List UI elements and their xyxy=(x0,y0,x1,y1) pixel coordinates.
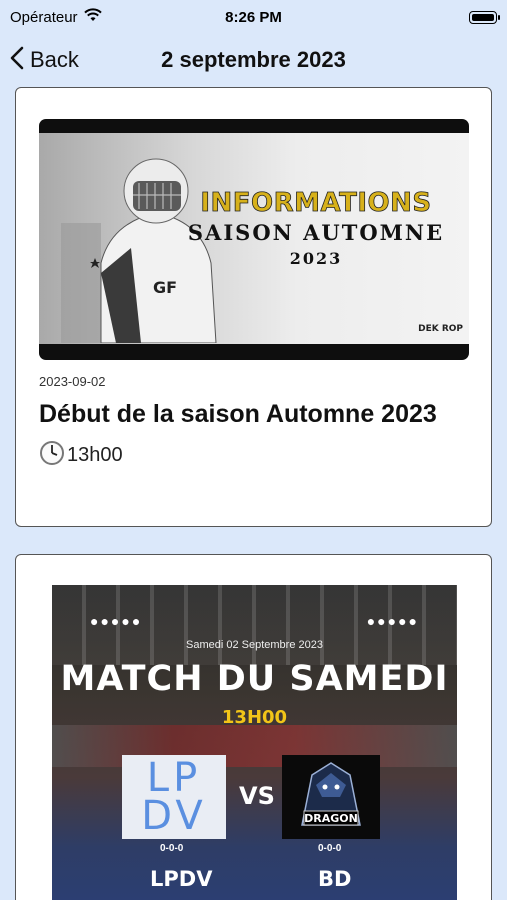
poster-logo: DEK ROP xyxy=(418,324,463,334)
event-date: 2023-09-02 xyxy=(39,374,106,389)
home-team-record: 0-0-0 xyxy=(160,843,184,854)
back-label: Back xyxy=(30,47,79,72)
navigation-bar: Back 2 septembre 2023 xyxy=(0,34,507,86)
match-time: 13H00 xyxy=(221,707,288,728)
event-title: Début de la saison Automne 2023 xyxy=(39,400,437,428)
away-team-logo-text: DRAGON xyxy=(304,812,358,825)
away-team-name: BD xyxy=(318,867,352,891)
battery-icon xyxy=(469,10,500,24)
event-card[interactable]: GF INFORMATIONS SAISON AUTOMNE 2023 DEK … xyxy=(15,87,492,527)
svg-text:GF: GF xyxy=(153,278,177,297)
decor-dots-left: ●●●●● xyxy=(90,613,143,629)
event-time-row: 13h00 xyxy=(39,440,123,471)
away-team-record: 0-0-0 xyxy=(318,843,342,854)
status-time: 8:26 PM xyxy=(225,8,282,26)
home-team-logo-text: LP DV xyxy=(141,755,207,839)
event-poster: GF INFORMATIONS SAISON AUTOMNE 2023 DEK … xyxy=(39,119,469,360)
away-team-logo: DRAGON xyxy=(282,755,380,839)
poster-subline: SAISON AUTOMNE xyxy=(187,220,445,245)
event-card[interactable]: ●●●●● ●●●●● Samedi 02 Septembre 2023 MAT… xyxy=(15,554,492,900)
match-date: Samedi 02 Septembre 2023 xyxy=(186,639,323,651)
poster-headline: INFORMATIONS xyxy=(200,188,432,219)
home-team-name: LPDV xyxy=(150,867,213,891)
poster-headline-block: INFORMATIONS SAISON AUTOMNE 2023 xyxy=(181,188,451,268)
back-button[interactable]: Back xyxy=(0,46,79,75)
dragon-icon: DRAGON xyxy=(301,762,361,826)
event-list[interactable]: GF INFORMATIONS SAISON AUTOMNE 2023 DEK … xyxy=(0,86,507,900)
decor-dots-right: ●●●●● xyxy=(366,613,419,629)
poster-year: 2023 xyxy=(289,249,343,268)
status-bar: Opérateur 8:26 PM xyxy=(0,0,507,34)
versus-label: VS xyxy=(239,782,275,810)
clock-icon xyxy=(39,440,65,471)
rink-boards xyxy=(52,725,457,767)
match-headline: MATCH DU SAMEDI xyxy=(60,659,449,699)
event-time: 13h00 xyxy=(67,444,123,466)
match-poster: ●●●●● ●●●●● Samedi 02 Septembre 2023 MAT… xyxy=(52,585,457,900)
chevron-left-icon xyxy=(10,46,24,75)
home-team-logo: LP DV xyxy=(122,755,226,839)
